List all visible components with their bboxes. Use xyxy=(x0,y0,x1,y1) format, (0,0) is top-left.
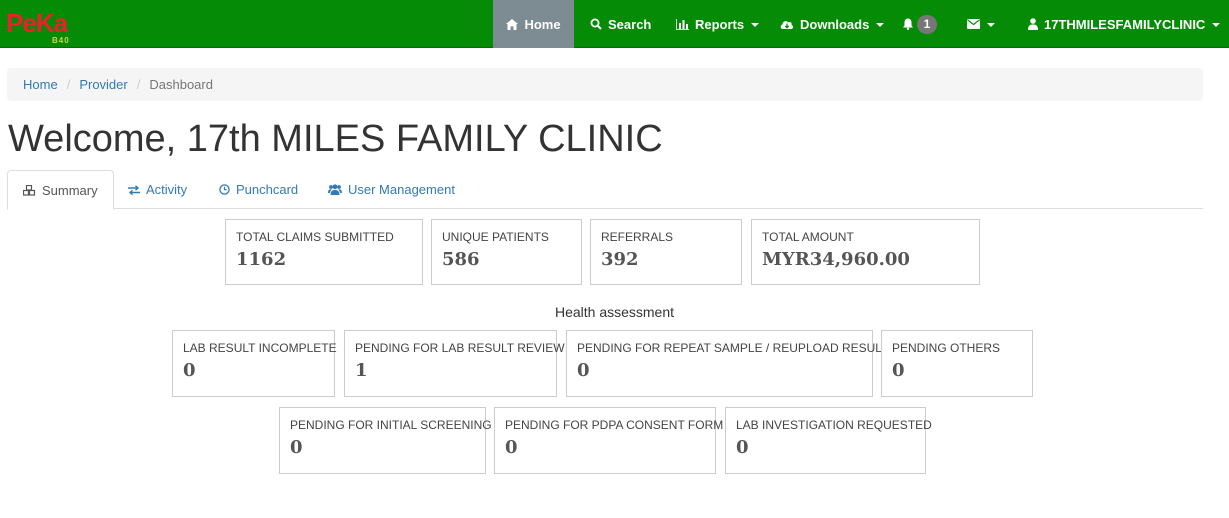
stat-value: 0 xyxy=(577,360,590,381)
nav-search[interactable]: Search xyxy=(590,0,651,48)
stat-label: LAB RESULT INCOMPLETE xyxy=(183,341,337,355)
stat-value: 1 xyxy=(355,360,368,381)
cubes-icon xyxy=(23,184,36,196)
stat-label: TOTAL AMOUNT xyxy=(762,230,854,244)
nav-downloads-dropdown[interactable]: Downloads xyxy=(780,0,885,48)
nav-reports-label: Reports xyxy=(695,16,745,32)
tab-punchcard-label: Punchcard xyxy=(236,182,299,197)
logo-text: PeKa xyxy=(6,8,68,38)
stat-value: 392 xyxy=(601,249,639,270)
chevron-down-icon xyxy=(751,23,760,27)
bell-icon xyxy=(902,18,914,30)
nav-reports-dropdown[interactable]: Reports xyxy=(676,0,760,48)
stat-label: PENDING FOR INITIAL SCREENING xyxy=(290,418,492,432)
stat-label: REFERRALS xyxy=(601,230,674,244)
stat-card-lab-investigation-requested: LAB INVESTIGATION REQUESTED 0 xyxy=(725,407,932,474)
stat-card-total-amount: TOTAL AMOUNT MYR34,960.00 xyxy=(751,219,980,285)
nav-user-label: 17THMILESFAMILYCLINIC xyxy=(1044,16,1206,32)
stat-value: 0 xyxy=(892,360,905,381)
stat-value: 0 xyxy=(183,360,196,381)
stat-label: PENDING FOR REPEAT SAMPLE / REUPLOAD RES… xyxy=(577,341,889,355)
tab-activity[interactable]: Activity xyxy=(113,170,202,209)
stat-label: UNIQUE PATIENTS xyxy=(442,230,549,244)
stat-card-pending-others: PENDING OTHERS 0 xyxy=(881,330,1033,397)
stat-label: LAB INVESTIGATION REQUESTED xyxy=(736,418,932,432)
chevron-down-icon xyxy=(876,23,885,27)
stat-value: 0 xyxy=(736,437,749,458)
nav-notifications[interactable]: 1 xyxy=(902,0,937,48)
breadcrumb-separator: / xyxy=(136,77,141,92)
notification-count-badge: 1 xyxy=(917,14,937,34)
nav-user-dropdown[interactable]: 17THMILESFAMILYCLINIC xyxy=(1028,0,1221,48)
nav-downloads-label: Downloads xyxy=(800,16,870,32)
nav-search-label: Search xyxy=(608,16,652,32)
tab-summary-label: Summary xyxy=(42,182,98,198)
exchange-icon xyxy=(128,184,140,195)
stat-value: 586 xyxy=(442,249,480,270)
logo-subtext: B40 xyxy=(52,36,70,45)
top-navbar: PeKa B40 Home Search Reports Downloads 1 xyxy=(0,0,1229,48)
nav-messages-dropdown[interactable] xyxy=(967,0,995,48)
tab-user-management-label: User Management xyxy=(348,182,455,197)
breadcrumb-provider-link[interactable]: Provider xyxy=(79,77,127,92)
clock-icon xyxy=(219,184,230,195)
stat-card-pending-repeat-sample: PENDING FOR REPEAT SAMPLE / REUPLOAD RES… xyxy=(566,330,889,397)
search-icon xyxy=(590,18,602,30)
stat-label: PENDING FOR PDPA CONSENT FORM xyxy=(505,418,724,432)
stat-card-unique-patients: UNIQUE PATIENTS 586 xyxy=(431,219,582,285)
bar-chart-icon xyxy=(676,18,689,30)
stat-label: PENDING FOR LAB RESULT REVIEW xyxy=(355,341,565,355)
users-icon xyxy=(328,184,342,195)
tab-activity-label: Activity xyxy=(146,182,188,197)
cloud-download-icon xyxy=(780,19,794,30)
breadcrumb-home-link[interactable]: Home xyxy=(23,77,58,92)
dashboard-tabs: Summary Activity Punchcard User Manageme… xyxy=(7,170,1203,210)
stat-card-pending-lab-review: PENDING FOR LAB RESULT REVIEW 1 xyxy=(344,330,565,397)
stat-card-lab-result-incomplete: LAB RESULT INCOMPLETE 0 xyxy=(172,330,337,397)
stat-card-referrals: REFERRALS 392 xyxy=(590,219,742,285)
tab-punchcard[interactable]: Punchcard xyxy=(204,170,313,209)
breadcrumb-current: Dashboard xyxy=(149,77,213,92)
stat-label: TOTAL CLAIMS SUBMITTED xyxy=(236,230,394,244)
stat-value: 1162 xyxy=(236,249,287,270)
breadcrumb: Home / Provider / Dashboard xyxy=(7,68,1203,101)
stat-value: MYR34,960.00 xyxy=(762,249,910,270)
page-title: Welcome, 17th MILES FAMILY CLINIC xyxy=(8,118,663,160)
breadcrumb-separator: / xyxy=(66,77,71,92)
home-icon xyxy=(506,18,519,30)
stat-card-total-claims: TOTAL CLAIMS SUBMITTED 1162 xyxy=(225,219,423,285)
chevron-down-icon xyxy=(1212,23,1221,27)
brand-logo[interactable]: PeKa B40 xyxy=(6,8,78,46)
tab-summary[interactable]: Summary xyxy=(7,170,114,210)
stat-card-pending-initial-screening: PENDING FOR INITIAL SCREENING 0 xyxy=(279,407,492,474)
health-assessment-heading: Health assessment xyxy=(554,304,675,320)
stat-value: 0 xyxy=(505,437,518,458)
stat-card-pending-pdpa-consent: PENDING FOR PDPA CONSENT FORM 0 xyxy=(494,407,724,474)
nav-home[interactable]: Home xyxy=(493,0,574,48)
tab-user-management[interactable]: User Management xyxy=(313,170,470,209)
stat-label: PENDING OTHERS xyxy=(892,341,1001,355)
user-icon xyxy=(1028,18,1038,30)
chevron-down-icon xyxy=(987,23,995,27)
nav-home-label: Home xyxy=(524,16,561,32)
stat-value: 0 xyxy=(290,437,303,458)
envelope-icon xyxy=(967,19,980,29)
